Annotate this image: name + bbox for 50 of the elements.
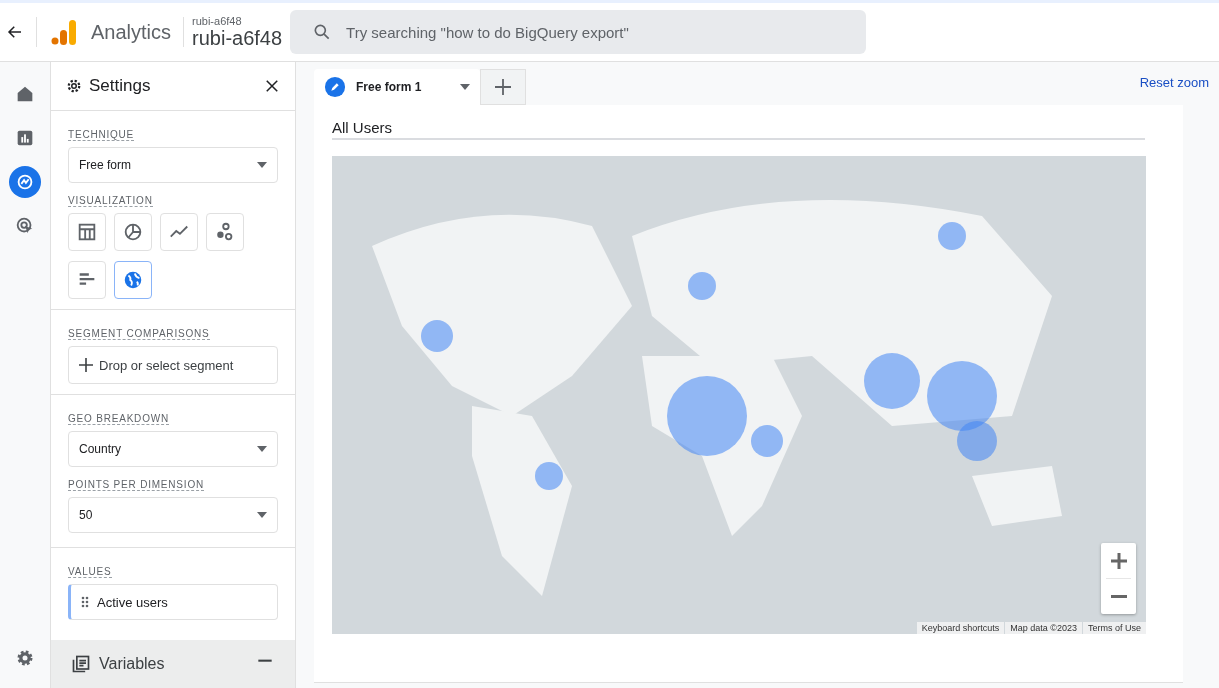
visualization-option[interactable] [68, 261, 106, 299]
plus-icon [1109, 551, 1128, 570]
account-name: rubi-a6f48 [192, 14, 243, 27]
table-icon [76, 221, 98, 243]
dropdown[interactable]: 50 [68, 497, 278, 533]
settings-icon [65, 77, 83, 95]
drag-handle-icon [81, 596, 89, 608]
caret-icon [460, 84, 470, 90]
caret-icon [257, 512, 267, 518]
globe-icon [122, 269, 144, 291]
section-label: GEO BREAKDOWN [68, 413, 169, 425]
settings-icon[interactable] [15, 648, 35, 668]
minus-icon [1110, 595, 1127, 598]
reset-zoom-link[interactable]: Reset zoom [1139, 75, 1209, 90]
value-chip[interactable]: Active users [68, 584, 278, 620]
list-icon [71, 654, 91, 674]
map-footer-link[interactable]: Terms of Use [1083, 622, 1146, 634]
add-tab-button[interactable] [480, 69, 526, 105]
dropdown[interactable]: Free form [68, 147, 278, 183]
close-icon[interactable] [263, 77, 281, 95]
search-field[interactable]: Try searching "how to do BigQuery export" [290, 10, 867, 54]
segment-drop-zone[interactable]: Drop or select segment [68, 346, 278, 384]
section-label: TECHNIQUE [68, 129, 135, 141]
map-footer-link[interactable]: Keyboard shortcuts [916, 622, 1005, 634]
visualization-option[interactable] [114, 261, 152, 299]
product-name: Analytics [91, 20, 172, 44]
pie-chart-icon [122, 221, 144, 243]
visualization-option[interactable] [68, 213, 106, 251]
section-label: VALUES [68, 566, 112, 578]
visualization-option[interactable] [114, 213, 152, 251]
visualization-option[interactable] [206, 213, 244, 251]
plus-icon [79, 358, 93, 372]
section-label: VISUALIZATION [68, 195, 153, 207]
property-selector[interactable]: rubi-a6f48 [192, 26, 283, 50]
section-label: SEGMENT COMPARISONS [68, 328, 210, 340]
caret-icon [257, 446, 267, 452]
section-label: POINTS PER DIMENSION [68, 479, 204, 491]
nav-item[interactable] [9, 166, 41, 198]
caret-icon [257, 162, 267, 168]
visualization-option[interactable] [160, 213, 198, 251]
logo-icon [51, 19, 77, 45]
map-footer-link[interactable]: Map data ©2023 [1005, 622, 1082, 634]
plus-icon [494, 78, 512, 96]
back-arrow-icon[interactable] [6, 23, 24, 41]
pencil-icon [324, 76, 346, 98]
variables-bar[interactable]: Variables [51, 640, 295, 688]
chart-title: All Users [332, 119, 1145, 140]
dropdown[interactable]: Country [68, 431, 278, 467]
tab[interactable]: Free form 1 [314, 69, 480, 105]
panel-title: Settings [89, 76, 152, 96]
